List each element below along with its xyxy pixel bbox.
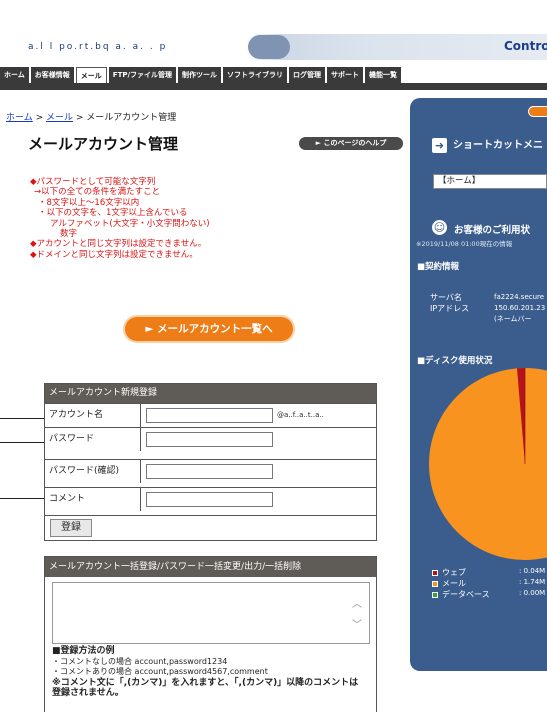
nav-logs[interactable]: ログ管理 [289, 67, 326, 83]
nav-customer-info[interactable]: お客様情報 [30, 67, 74, 83]
main-nav: ホーム お客様情報 メール FTP/ファイル管理 制作ツール ソフトライブラリ … [0, 67, 547, 83]
contract-info-heading: ■契約情報 [417, 262, 460, 272]
breadcrumb-separator: > [32, 113, 46, 123]
disk-usage-pie [429, 368, 547, 560]
nav-support[interactable]: サポート [327, 67, 364, 83]
nav-mail[interactable]: メール [75, 67, 107, 83]
bulk-note: ※コメント文に「,(カンマ)」を入れますと、「,(カンマ)」以降のコメントは [52, 677, 359, 688]
callout-line [0, 418, 45, 419]
breadcrumb-current: メールアカウント管理 [86, 113, 177, 123]
account-label: アカウント名 [45, 404, 141, 427]
usage-status-date: ※2019/11/08 01:00現在の情報 [416, 240, 513, 248]
sidebar-toggle-button[interactable] [528, 106, 547, 117]
breadcrumb-mail[interactable]: メール [46, 113, 73, 123]
scroll-down-icon[interactable]: ﹀ [352, 616, 362, 631]
rule-line: ◆アカウントと同じ文字列は設定できません。 [30, 239, 207, 250]
rule-line: アルファベット(大文字・小文字問わない) [50, 218, 210, 229]
callout-line [0, 442, 45, 443]
bulk-help-text: ■登録方法の例 ・コメントなしの場合 account,password1234 … [52, 646, 372, 699]
server-name-label: サーバ名 [430, 293, 462, 302]
nav-home[interactable]: ホーム [0, 67, 29, 83]
shortcut-menu-title: ショートカットメニ [453, 140, 543, 151]
password-row: パスワード [45, 427, 376, 451]
nav-ftp[interactable]: FTP/ファイル管理 [108, 67, 177, 83]
account-row: アカウント名 @a..f..a..t..a.. [45, 403, 376, 427]
legend-label: メール [442, 579, 466, 588]
rule-line: →以下の全ての条件を満たすこと [34, 187, 161, 198]
legend-mail: メール : 1.74M [432, 578, 545, 589]
page-title: メールアカウント管理 [28, 135, 179, 153]
legend-web: ウェブ : 0.04M [432, 567, 545, 578]
rule-line: 数字 [60, 229, 78, 240]
domain-suffix: @a..f..a..t..a.. [277, 411, 324, 419]
rule-line: ◆ドメインと同じ文字列は設定できません。 [30, 249, 198, 260]
new-account-form-title: メールアカウント新規登録 [45, 384, 376, 403]
shortcut-select[interactable]: 【ホーム】 [433, 174, 547, 189]
mail-account-list-button[interactable]: ► メールアカウント一覧へ [125, 317, 293, 341]
legend-label: ウェブ [442, 568, 466, 577]
nav-tools[interactable]: 制作ツール [178, 67, 222, 83]
header-band [245, 34, 547, 60]
submit-row: 登録 [45, 515, 376, 540]
shortcut-arrow-icon: ➜ [432, 138, 447, 153]
site-logo[interactable]: a.l l po.rt.bq a. a. . p [28, 42, 167, 52]
bulk-note: 登録されません。 [52, 688, 124, 698]
comment-row: コメント [45, 487, 376, 511]
nav-software[interactable]: ソフトライブラリ [223, 67, 288, 83]
legend-swatch [432, 569, 438, 576]
bulk-example-line: ・コメントなしの場合 account,password1234 [52, 656, 228, 666]
nav-features[interactable]: 機能一覧 [365, 67, 402, 83]
breadcrumb-home[interactable]: ホーム [6, 113, 33, 123]
password-rules: ◆パスワードとして可能な文字列 →以下の全ての条件を満たすこと ・8文字以上〜1… [30, 177, 298, 260]
page-help-button[interactable]: ► このページのヘルプ [299, 137, 403, 150]
pie-slice-mail [429, 368, 547, 560]
breadcrumb-separator: > [73, 113, 87, 123]
comment-input[interactable] [146, 492, 273, 507]
rule-line: ・以下の文字を、1文字以上含んでいる [38, 208, 188, 219]
bulk-example-line: ・コメントありの場合 account,password4567,comment [52, 667, 268, 676]
header-decoration [248, 35, 290, 59]
control-panel-title: Contro [504, 39, 547, 53]
smile-icon: ☺ [432, 220, 447, 235]
nav-underline [0, 83, 547, 90]
disk-usage-heading: ■ディスク使用状況 [417, 356, 493, 366]
callout-line [0, 498, 45, 499]
password-label: パスワード [45, 428, 141, 451]
scroll-up-icon[interactable]: ︿ [352, 595, 362, 610]
register-button[interactable]: 登録 [50, 519, 92, 537]
legend-value: : 1.74M [519, 578, 546, 586]
password-input[interactable] [146, 432, 273, 447]
legend-label: データベース [442, 590, 490, 599]
password-confirm-row: パスワード(確認) [45, 459, 376, 483]
rule-line: ・8文字以上〜16文字以内 [38, 197, 140, 208]
ip-address-note: (ネームバー [494, 315, 532, 323]
bulk-section-title: メールアカウント一括登録/パスワード一括変更/出力/一括削除 [45, 557, 376, 577]
server-name-value: fa2224.secure [494, 293, 545, 301]
legend-swatch [432, 591, 438, 598]
ip-address-value: 150.60.201.23 [494, 304, 546, 312]
password-confirm-input[interactable] [146, 464, 273, 479]
legend-value: : 0.00M [519, 589, 546, 597]
legend-database: データベース : 0.00M [432, 589, 545, 600]
rule-line: ◆パスワードとして可能な文字列 [30, 177, 156, 187]
bulk-example-heading: ■登録方法の例 [52, 646, 115, 656]
comment-label: コメント [45, 488, 141, 511]
bulk-textarea[interactable] [52, 582, 370, 644]
usage-status-title: お客様のご利用状 [454, 225, 531, 236]
ip-address-label: IPアドレス [430, 304, 470, 313]
legend-value: : 0.04M [519, 567, 546, 575]
legend-swatch [432, 580, 438, 587]
password-confirm-label: パスワード(確認) [45, 460, 141, 483]
account-name-input[interactable] [146, 408, 273, 423]
breadcrumb: ホーム > メール > メールアカウント管理 [6, 110, 176, 123]
